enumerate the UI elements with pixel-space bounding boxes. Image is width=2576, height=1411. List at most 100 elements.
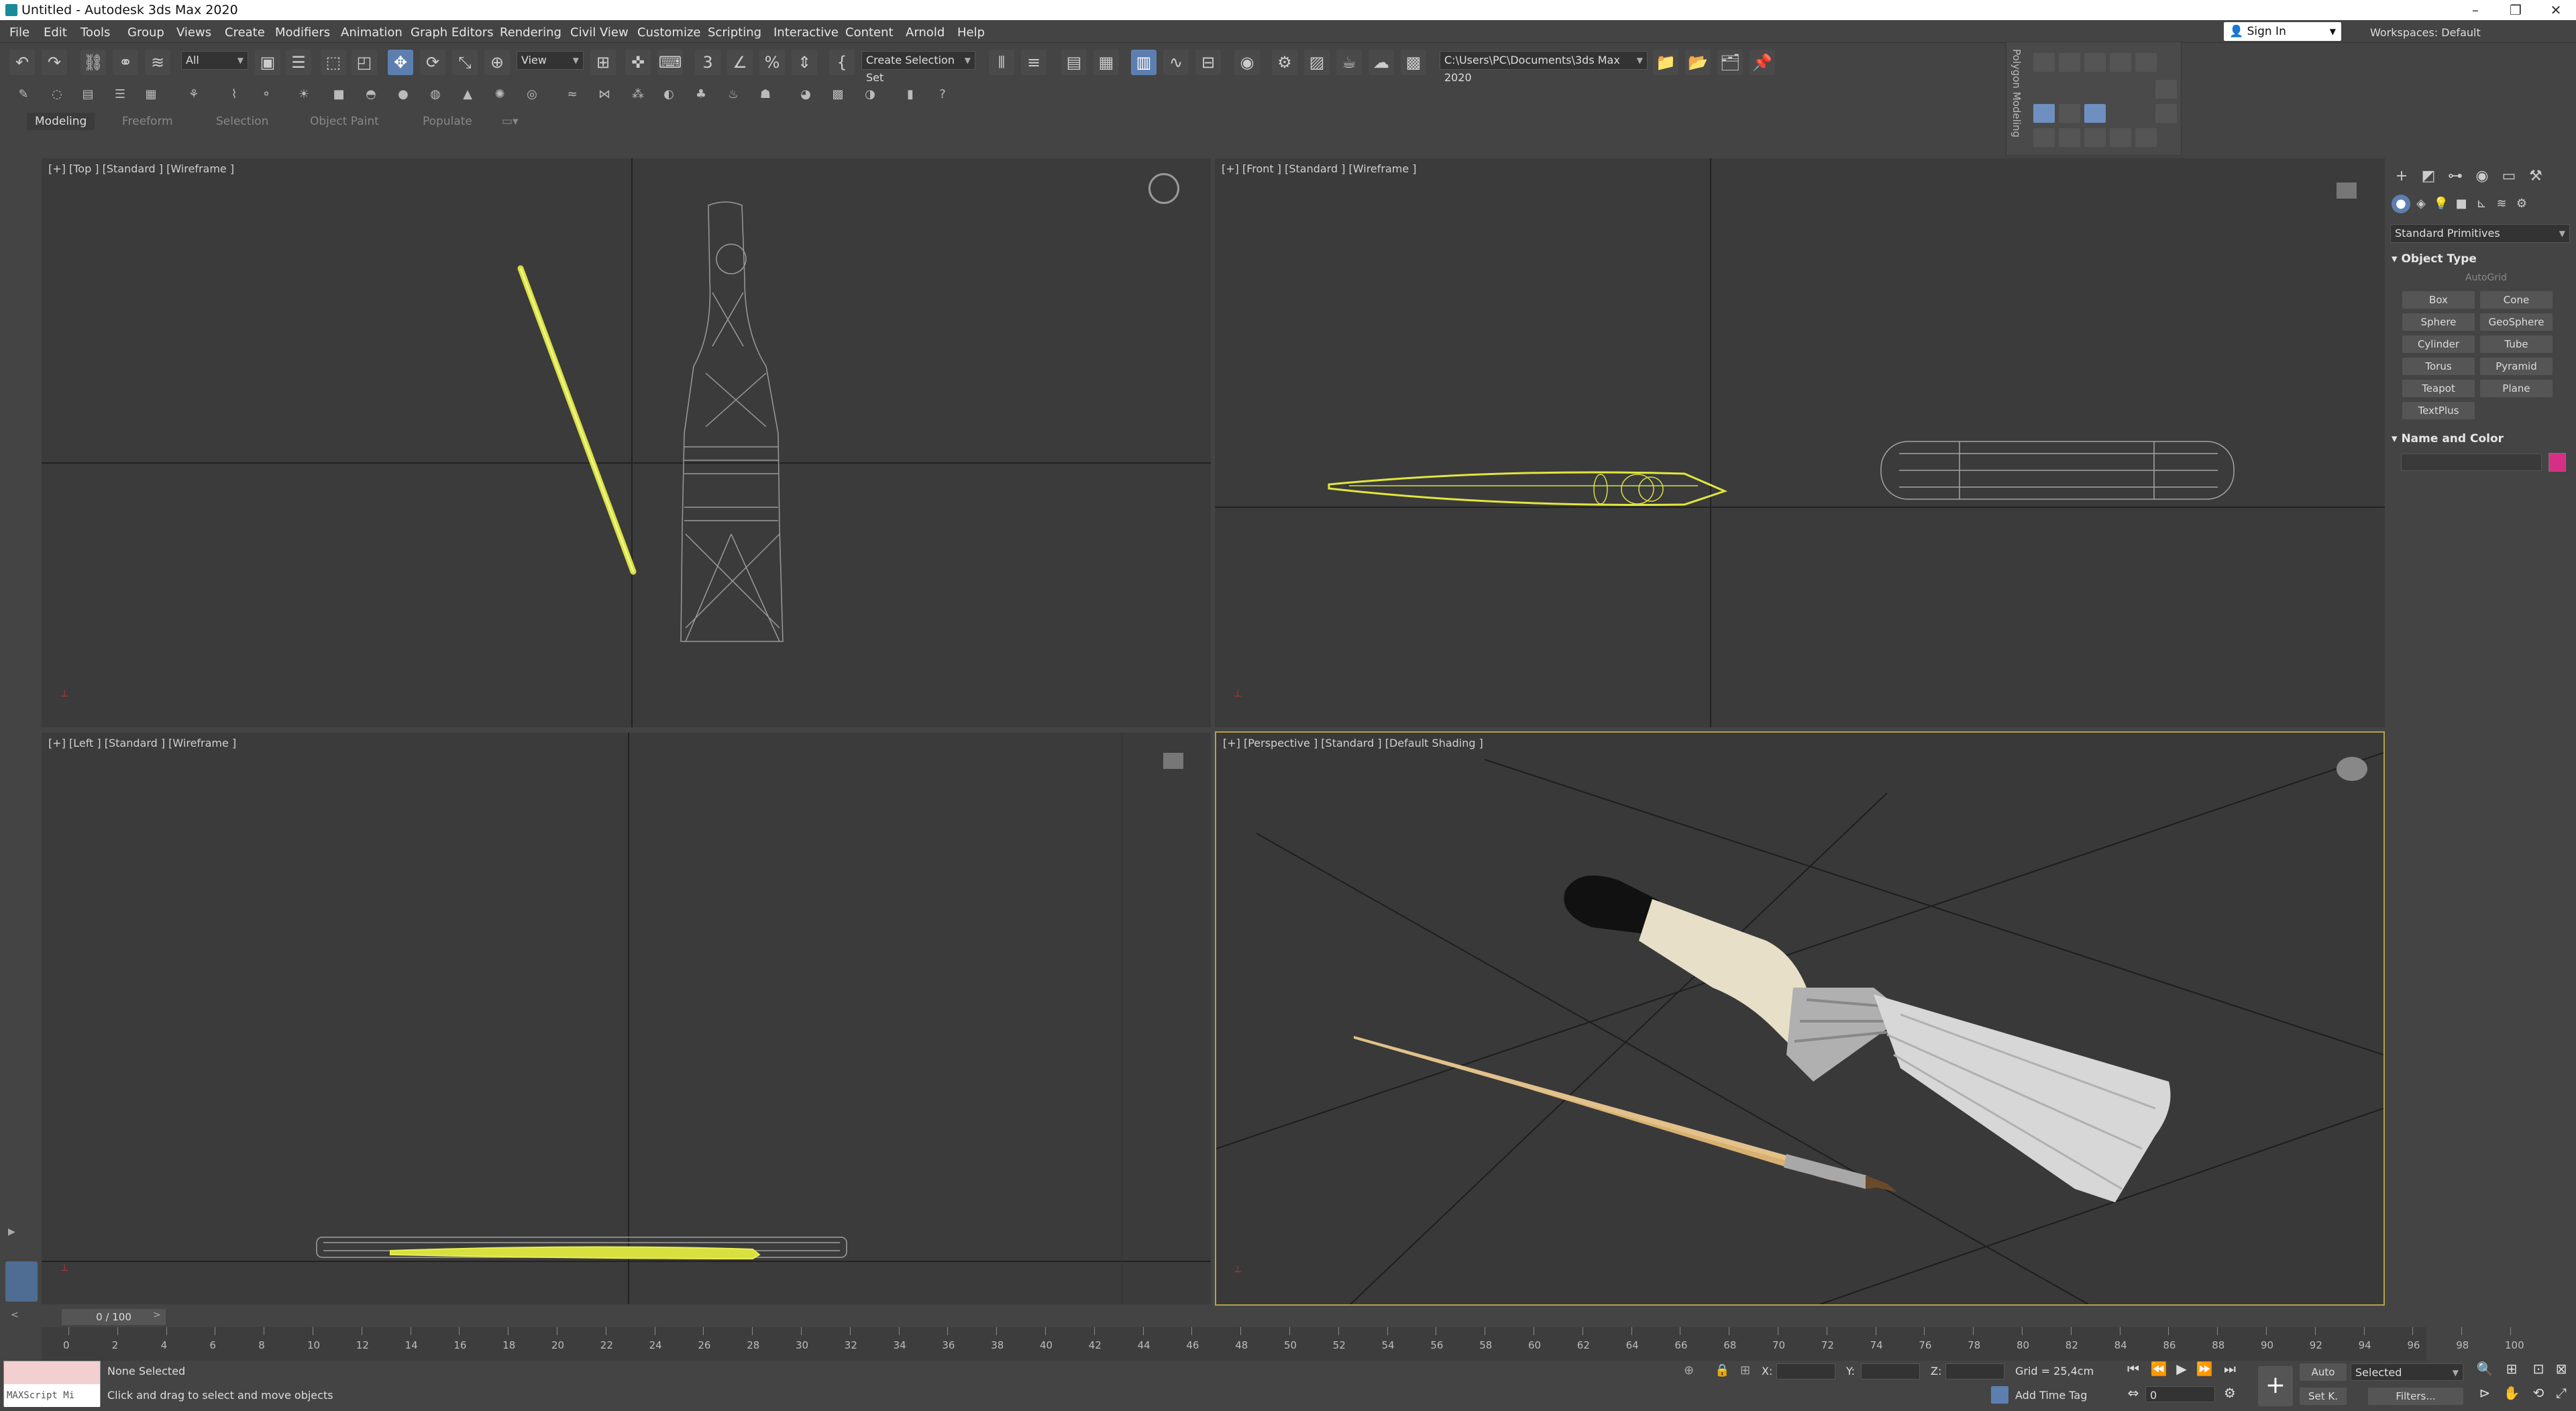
prev-frame-icon[interactable]: ⏪ — [2149, 1361, 2168, 1377]
modify-tab-icon[interactable]: ◩ — [2418, 166, 2438, 187]
align-icon[interactable]: ≡ — [1021, 50, 1046, 75]
menu-customize[interactable]: Customize — [637, 25, 700, 40]
key-filters-button[interactable]: Filters... — [2368, 1388, 2463, 1405]
wave-icon[interactable]: ≈ — [564, 86, 581, 103]
ref-coord-dropdown[interactable]: View ▼ — [517, 51, 584, 70]
slider-prev-icon[interactable]: < — [11, 1310, 19, 1320]
grow-icon[interactable] — [2033, 128, 2055, 147]
viewcube-icon[interactable] — [1163, 753, 1183, 769]
render-iterative-icon[interactable]: ▩ — [1401, 50, 1426, 75]
cone-prim-icon[interactable]: ▲ — [459, 86, 476, 103]
geometry-icon[interactable]: ● — [2392, 195, 2410, 213]
set-key-button[interactable]: Set K. — [2300, 1388, 2347, 1405]
select-object-icon[interactable]: ▣ — [255, 50, 280, 75]
goto-end-icon[interactable]: ⏭ — [2220, 1361, 2239, 1377]
unlink-icon[interactable]: ⚭ — [113, 50, 138, 75]
autogrid-checkbox[interactable]: AutoGrid — [2465, 272, 2507, 283]
tab-modeling[interactable]: Modeling — [27, 113, 95, 130]
ribbon-options-icon[interactable]: ▭▾ — [494, 113, 527, 130]
workspaces-selector[interactable]: Workspaces: Default — [2370, 26, 2481, 39]
zoom-extents-all-icon[interactable]: ⊠ — [2552, 1361, 2571, 1377]
select-by-name-icon[interactable]: ☰ — [286, 50, 311, 75]
helpers-icon[interactable]: ⊾ — [2472, 195, 2491, 213]
settings-icon[interactable] — [2135, 128, 2157, 147]
primitive-category-dropdown[interactable]: Standard Primitives ▼ — [2390, 224, 2570, 243]
systems-icon[interactable]: ⚙ — [2512, 195, 2531, 213]
render-production-icon[interactable]: ☕ — [1336, 50, 1362, 75]
project-folder-icon[interactable]: 📁 — [1653, 50, 1678, 75]
window-crossing-icon[interactable]: ◰ — [352, 50, 377, 75]
link-icon[interactable]: ⛓ — [80, 50, 106, 75]
pan-icon[interactable]: ✋ — [2502, 1385, 2521, 1401]
project-path-dropdown[interactable]: C:\Users\PC\Documents\3ds Max 2020 ▼ — [1440, 51, 1648, 84]
menu-create[interactable]: Create — [225, 25, 265, 40]
zoom-extents-icon[interactable]: ⊡ — [2529, 1361, 2548, 1377]
folder-settings-icon[interactable]: 🗂 — [1717, 50, 1743, 75]
menu-rendering[interactable]: Rendering — [500, 25, 561, 40]
viewport-left[interactable]: [+] [Left ] [Standard ] [Wireframe ] ⊥ — [42, 733, 1211, 1304]
rendered-frame-icon[interactable]: ▨ — [1304, 50, 1330, 75]
brush-icon[interactable]: ✎ — [15, 86, 32, 103]
select-manipulate-icon[interactable]: ✜ — [625, 50, 651, 75]
set-key-icon[interactable]: + — [2258, 1366, 2293, 1406]
shrink-icon[interactable] — [2059, 128, 2080, 147]
maxscript-output[interactable] — [4, 1361, 100, 1384]
cylinder-button[interactable]: Cylinder — [2402, 335, 2475, 353]
goto-start-icon[interactable]: ⏮ — [2124, 1361, 2143, 1377]
fov-icon[interactable]: ⊳ — [2475, 1385, 2494, 1401]
tab-populate[interactable]: Populate — [415, 113, 480, 130]
scene-explorer-icon[interactable]: ▤ — [1061, 50, 1087, 75]
close-button[interactable]: ✕ — [2536, 0, 2576, 20]
z-coord-field[interactable] — [1945, 1363, 2004, 1379]
snaps-toggle-icon[interactable]: 3 — [695, 50, 720, 75]
display-tab-icon[interactable]: ▭ — [2499, 166, 2519, 187]
tab-freeform[interactable]: Freeform — [114, 113, 181, 130]
element-icon[interactable] — [2135, 53, 2157, 72]
globe-icon[interactable]: ◐ — [660, 86, 678, 103]
paint-icon[interactable]: ⚘ — [185, 86, 203, 103]
maxscript-input[interactable]: MAXScript Mi — [4, 1384, 100, 1407]
x-coord-field[interactable] — [1776, 1363, 1835, 1379]
material-editor-icon[interactable]: ◉ — [1234, 50, 1260, 75]
sign-in-dropdown[interactable]: 👤 Sign In ▼ — [2224, 22, 2341, 41]
selection-set-dropdown[interactable]: Create Selection Set ▼ — [861, 51, 975, 84]
connect-icon[interactable]: ⋈ — [596, 86, 613, 103]
help-icon[interactable]: ? — [934, 86, 951, 103]
modify-mode-icon[interactable] — [2155, 80, 2177, 99]
border-icon[interactable] — [2084, 53, 2106, 72]
maximize-viewport-icon[interactable]: ⤢ — [2552, 1385, 2571, 1401]
sphere-prim-icon[interactable]: ● — [394, 86, 412, 103]
render-sphere-icon[interactable]: ◕ — [797, 86, 814, 103]
object-name-field[interactable] — [2401, 454, 2542, 471]
viewcube-icon[interactable] — [2337, 757, 2367, 781]
expand-arrow-icon[interactable]: ▶ — [8, 1226, 15, 1237]
ignore-backfacing-icon[interactable] — [2059, 104, 2080, 123]
sphere-button[interactable]: Sphere — [2402, 313, 2475, 331]
show-cage-icon[interactable] — [2033, 104, 2055, 123]
viewport-top[interactable]: [+] [Top ] [Standard ] [Wireframe ] ⊥ — [42, 158, 1211, 727]
light-icon[interactable]: ✺ — [491, 86, 508, 103]
vertex-icon[interactable] — [2033, 53, 2055, 72]
select-scale-icon[interactable]: ⤡ — [452, 50, 478, 75]
undo-icon[interactable]: ↶ — [9, 50, 35, 75]
key-mode-icon[interactable]: ⇔ — [2124, 1385, 2143, 1401]
menu-arnold[interactable]: Arnold — [906, 25, 945, 40]
redo-icon[interactable]: ↷ — [42, 50, 67, 75]
spacewarps-icon[interactable]: ≋ — [2492, 195, 2511, 213]
geosphere-button[interactable]: GeoSphere — [2480, 313, 2553, 331]
menu-content[interactable]: Content — [845, 25, 894, 40]
lasso-icon[interactable]: ◌ — [48, 86, 66, 103]
edit-named-sets-icon[interactable]: { — [829, 50, 855, 75]
shape-icon[interactable]: ⚬ — [258, 86, 275, 103]
bind-spacewarp-icon[interactable]: ≋ — [145, 50, 170, 75]
slider-next-icon[interactable]: > — [153, 1310, 161, 1320]
ring-icon[interactable] — [2110, 128, 2131, 147]
menu-animation[interactable]: Animation — [341, 25, 402, 40]
curve-editor-icon[interactable]: ∿ — [1163, 50, 1189, 75]
layer-icon[interactable]: ▤ — [79, 86, 97, 103]
maxscript-listener[interactable]: MAXScript Mi — [3, 1361, 101, 1407]
bulb-icon[interactable]: ♨ — [724, 86, 742, 103]
stack-icon[interactable]: ▦ — [142, 86, 160, 103]
y-coord-field[interactable] — [1861, 1363, 1920, 1379]
menu-group[interactable]: Group — [127, 25, 164, 40]
